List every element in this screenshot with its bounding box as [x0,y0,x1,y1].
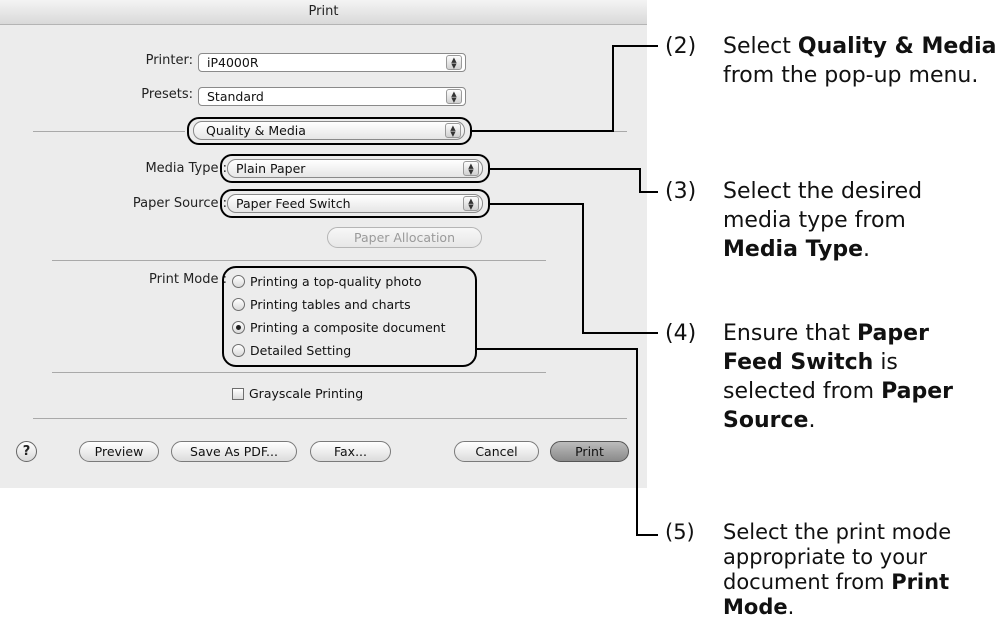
step-number: (4) [665,321,697,346]
callout-line [639,168,641,193]
callout-oval-quality-media [187,117,472,145]
updown-arrows-icon: ▲ ▼ [446,55,462,70]
callout-line [582,332,658,334]
printer-label: Printer: [145,53,193,68]
grayscale-checkbox[interactable]: Grayscale Printing [232,384,363,404]
print-button[interactable]: Print [550,441,629,462]
paper-source-label: Paper Source : [132,196,227,211]
separator [33,131,185,132]
callout-line [490,203,584,205]
media-type-label: Media Type : [145,161,227,176]
window-title: Print [0,0,647,25]
save-as-pdf-button[interactable]: Save As PDF... [171,441,297,462]
print-dialog: Print Printer: iP4000R ▲ ▼ Presets: Stand… [0,0,647,488]
step-number: (2) [665,34,697,59]
presets-label: Presets: [141,87,193,102]
printer-value: iP4000R [207,55,259,70]
printer-popup[interactable]: iP4000R ▲ ▼ [198,53,466,72]
callout-line [636,348,638,536]
separator [52,372,546,373]
callout-oval-media-type [220,154,490,183]
updown-arrows-icon: ▲ ▼ [446,89,462,104]
step-text: Ensure that Paper Feed Switch is selecte… [723,321,953,433]
callout-line [612,45,614,132]
print-mode-label: Print Mode : [149,272,227,287]
callout-oval-print-mode [222,266,477,367]
callout-line [472,130,614,132]
help-button[interactable]: ? [16,441,37,462]
paper-allocation-button[interactable]: Paper Allocation [327,227,482,248]
callout-line [477,348,638,350]
fax-button[interactable]: Fax... [310,441,391,462]
step-text: Select Quality & Media from the pop-up m… [723,34,997,88]
step-text: Select the desired media type from Media… [723,179,923,262]
callout-line [612,45,658,47]
callout-oval-paper-source [220,189,490,218]
checkbox-icon [232,388,244,400]
cancel-button[interactable]: Cancel [454,441,539,462]
step-number: (3) [665,179,697,204]
callout-line [490,168,641,170]
preview-button[interactable]: Preview [79,441,159,462]
callout-line [636,534,658,536]
presets-popup[interactable]: Standard ▲ ▼ [198,87,466,106]
callout-line [582,203,584,334]
separator [33,418,627,419]
callout-line [639,191,658,193]
step-text: Select the print mode appropriate to you… [723,520,952,619]
presets-value: Standard [207,89,264,104]
separator [52,260,546,261]
step-number: (5) [665,520,695,544]
